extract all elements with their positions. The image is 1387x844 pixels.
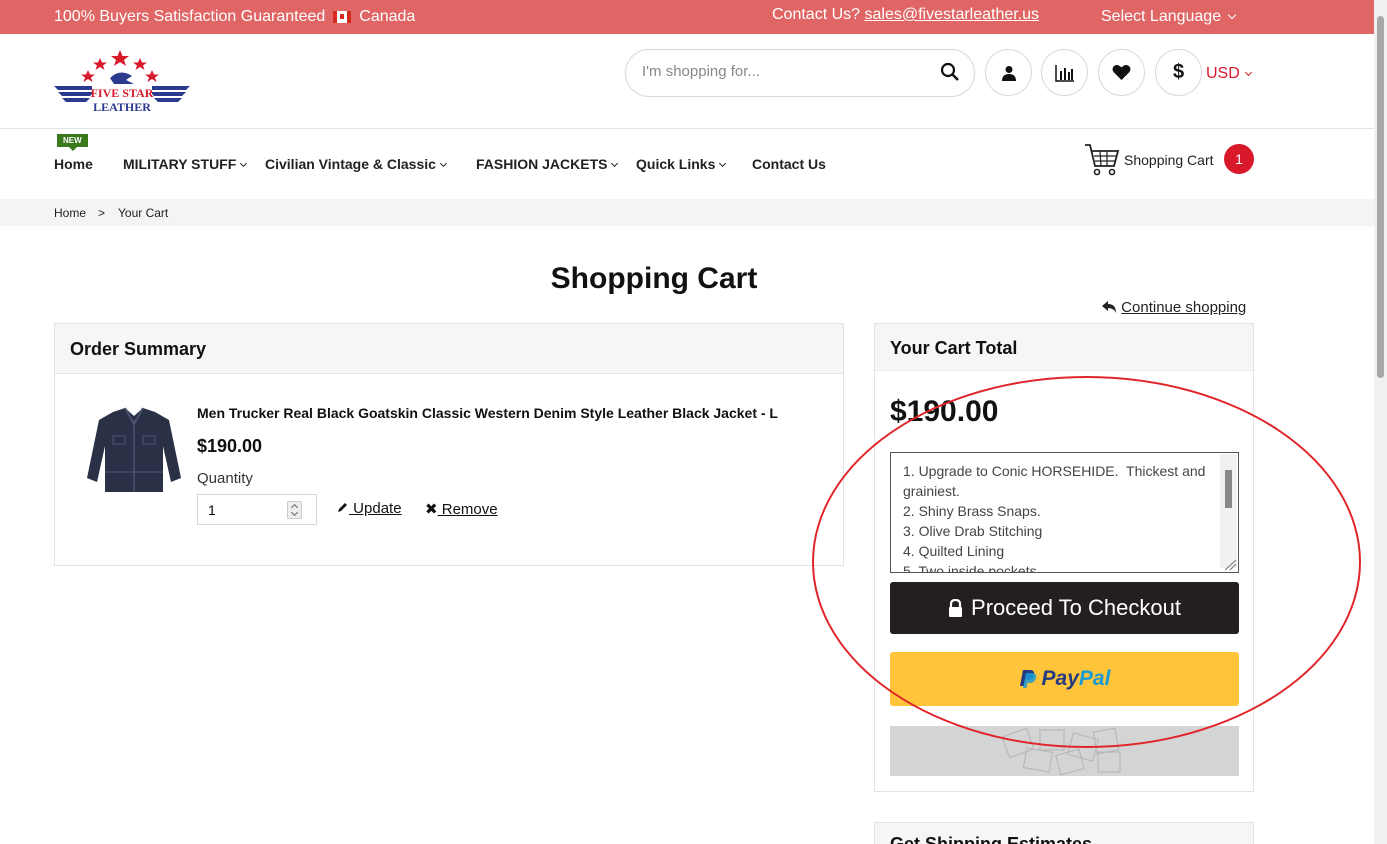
quantity-stepper [197, 494, 317, 525]
account-button[interactable] [985, 49, 1032, 96]
nav-item-fashion[interactable]: FASHION JACKETS [476, 156, 619, 172]
chevron-down-icon [1244, 68, 1252, 77]
currency-label: USD [1206, 65, 1240, 82]
chevron-down-icon [611, 159, 619, 168]
cart-total-header: Your Cart Total [875, 324, 1253, 371]
resize-handle-icon[interactable] [1223, 559, 1237, 571]
contact-info: Contact Us? sales@fivestarleather.us [772, 6, 1039, 24]
nav-label: FASHION JACKETS [476, 156, 608, 172]
update-label: Update [353, 500, 402, 517]
currency-button[interactable]: $ [1155, 49, 1202, 96]
checkout-label: Proceed To Checkout [971, 595, 1181, 620]
paypal-logo-icon [1019, 670, 1036, 688]
guarantee-text: 100% Buyers Satisfaction Guaranteed [54, 8, 326, 25]
cart-total-amount: $190.00 [890, 395, 999, 428]
main-nav: NEW Home MILITARY STUFF Civilian Vintage… [0, 130, 1374, 198]
scrollbar-thumb[interactable] [1377, 16, 1384, 378]
language-select[interactable]: Select Language [1101, 8, 1237, 26]
shopping-cart-icon[interactable] [1084, 142, 1120, 178]
quantity-input[interactable] [208, 502, 268, 518]
quantity-label: Quantity [197, 470, 253, 487]
chevron-down-icon [1227, 10, 1237, 20]
canada-flag-icon [333, 11, 352, 23]
new-badge: NEW [57, 134, 88, 151]
paypal-text-pal: Pal [1078, 667, 1111, 690]
logo-line1: FIVE STAR [91, 86, 154, 100]
notes-scrollbar[interactable] [1220, 454, 1237, 568]
wishlist-button[interactable] [1098, 49, 1145, 96]
search-icon[interactable] [940, 62, 960, 82]
cart-total-heading: Your Cart Total [890, 338, 1018, 358]
continue-shopping-link[interactable]: Continue shopping [1121, 299, 1246, 316]
reply-icon [1102, 301, 1116, 313]
product-name[interactable]: Men Trucker Real Black Goatskin Classic … [197, 405, 778, 421]
chevron-down-icon [719, 159, 727, 168]
product-thumbnail[interactable] [83, 406, 185, 496]
shipping-estimates-panel: Get Shipping Estimates [874, 822, 1254, 844]
product-price: $190.00 [197, 436, 263, 456]
paypal-text-pay: Pay [1041, 667, 1079, 690]
dollar-icon: $ [1172, 61, 1185, 83]
nav-item-contact[interactable]: Contact Us [752, 156, 826, 172]
nav-label: Contact Us [752, 156, 826, 172]
order-summary-header: Order Summary [55, 324, 843, 374]
breadcrumb-current: Your Cart [118, 206, 169, 220]
cart-total-panel: Your Cart Total $190.00 1. Upgrade to Co… [874, 323, 1254, 792]
contact-email-link[interactable]: sales@fivestarleather.us [865, 6, 1040, 23]
order-notes-textarea[interactable]: 1. Upgrade to Conic HORSEHIDE. Thickest … [890, 452, 1239, 573]
language-label: Select Language [1101, 8, 1222, 25]
header: FIVE STAR LEATHER $ USD [0, 34, 1374, 129]
search-input[interactable] [642, 63, 922, 80]
logo-line2: LEATHER [93, 100, 151, 114]
update-button[interactable]: Update [337, 500, 402, 517]
contact-label: Contact Us? [772, 6, 861, 23]
spinner-arrows-icon[interactable] [287, 501, 302, 519]
paypal-button[interactable]: Pay Pal [890, 652, 1239, 706]
payment-methods-graphic [1001, 727, 1121, 776]
chevron-down-icon [240, 159, 248, 168]
user-icon [1001, 65, 1016, 81]
continue-shopping[interactable]: Continue shopping [1102, 299, 1246, 316]
order-summary-heading: Order Summary [70, 339, 207, 359]
nav-label: Home [54, 156, 93, 172]
order-summary-panel: Order Summary Men Trucker Real Black Goa… [54, 323, 844, 566]
heart-icon [1112, 65, 1131, 80]
breadcrumb: Home > Your Cart [0, 199, 1374, 226]
cart-label[interactable]: Shopping Cart [1124, 152, 1214, 168]
bar-chart-icon [1054, 64, 1074, 82]
breadcrumb-separator: > [98, 206, 106, 220]
currency-select[interactable]: USD [1206, 65, 1252, 83]
top-bar: 100% Buyers Satisfaction Guaranteed Cana… [0, 0, 1374, 34]
page-scrollbar[interactable] [1374, 0, 1387, 844]
nav-item-home[interactable]: Home [54, 156, 93, 172]
country-text: Canada [359, 8, 416, 25]
breadcrumb-home[interactable]: Home [54, 206, 86, 220]
times-icon: ✖ [425, 501, 438, 518]
compare-button[interactable] [1041, 49, 1088, 96]
shipping-estimates-heading: Get Shipping Estimates [890, 834, 1093, 844]
page-title: Shopping Cart [550, 262, 758, 295]
pencil-icon [338, 503, 347, 512]
search-bar [625, 49, 975, 97]
chevron-down-icon [439, 159, 447, 168]
nav-label: MILITARY STUFF [123, 156, 237, 172]
remove-button[interactable]: ✖ Remove [425, 500, 498, 518]
nav-item-quick-links[interactable]: Quick Links [636, 156, 727, 172]
five-star-leather-logo[interactable]: FIVE STAR LEATHER [54, 48, 190, 114]
remove-label: Remove [441, 501, 498, 518]
cart-count-badge: 1 [1224, 144, 1254, 174]
proceed-to-checkout-button[interactable]: Proceed To Checkout [890, 582, 1239, 634]
guarantee-banner: 100% Buyers Satisfaction Guaranteed Cana… [54, 8, 415, 26]
lock-icon [949, 599, 963, 617]
nav-label: Quick Links [636, 156, 716, 172]
nav-item-military[interactable]: MILITARY STUFF [123, 156, 248, 172]
payment-methods-image [890, 726, 1239, 776]
nav-item-civilian[interactable]: Civilian Vintage & Classic [265, 156, 447, 172]
nav-label: Civilian Vintage & Classic [265, 156, 436, 172]
